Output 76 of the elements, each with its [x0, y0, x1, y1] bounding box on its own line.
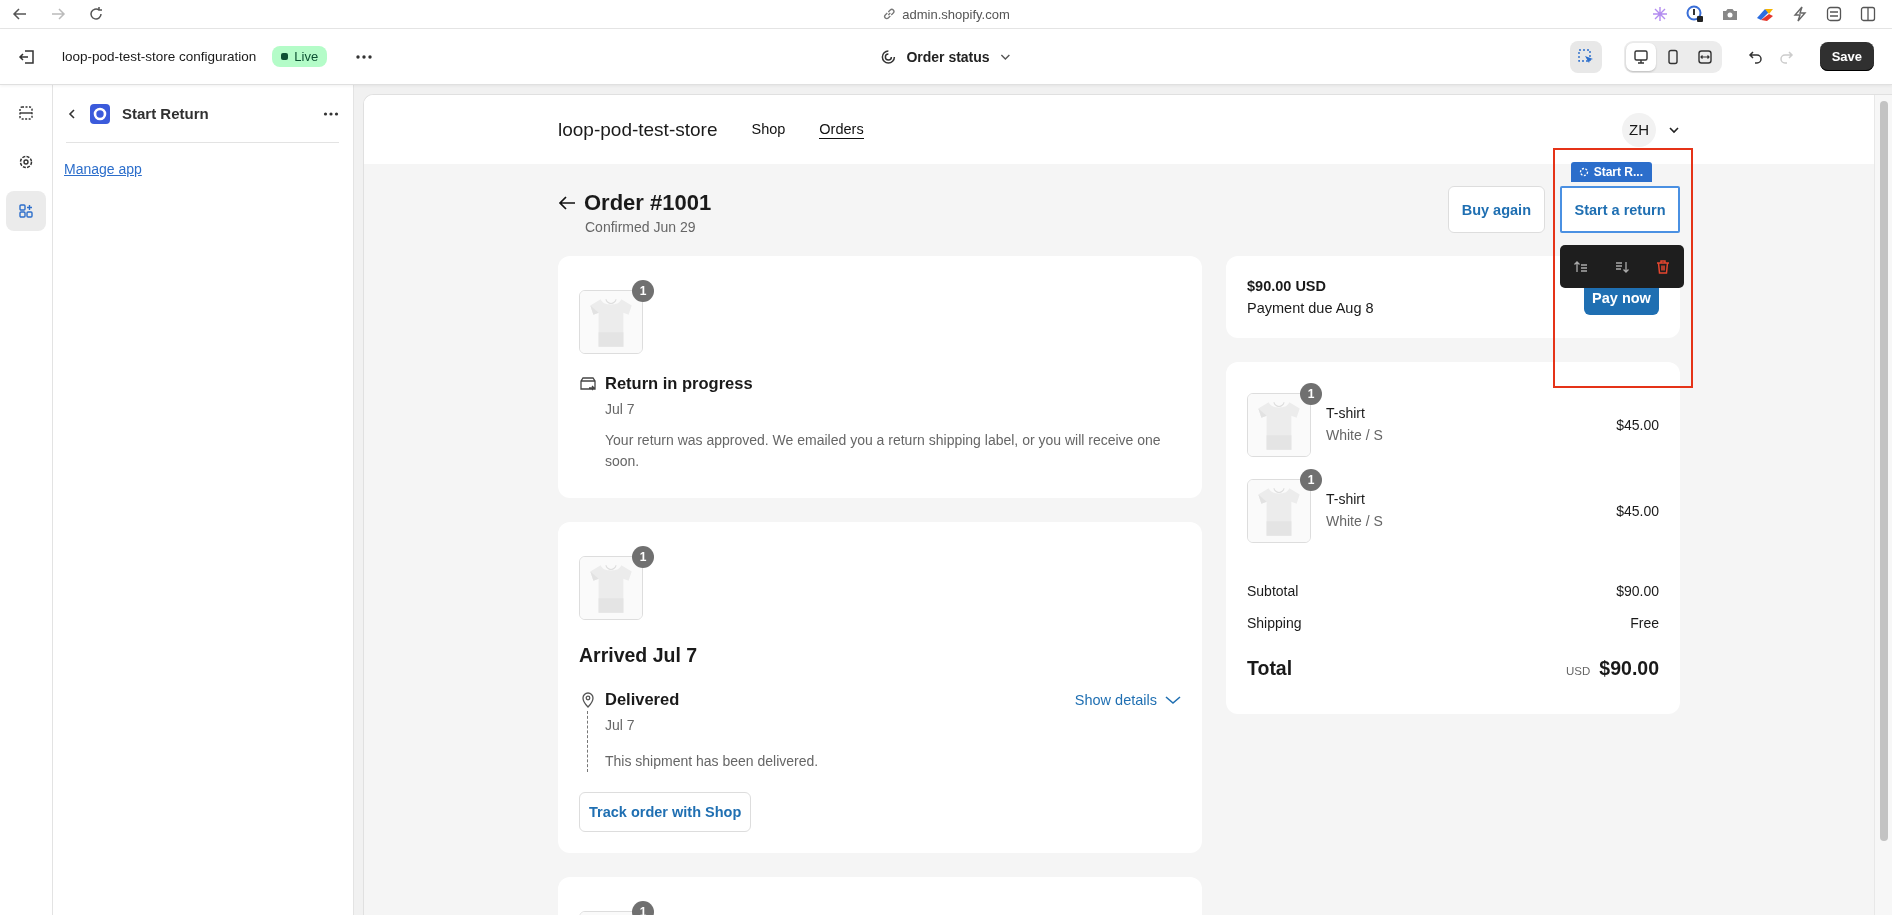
item-price: $45.00 — [1616, 417, 1659, 433]
event-title: Return in progress — [605, 374, 753, 393]
return-box-icon — [579, 374, 597, 393]
desktop-view-button[interactable] — [1625, 42, 1656, 71]
apps-icon — [17, 202, 35, 220]
exit-icon[interactable] — [18, 47, 36, 66]
shipment-title: Arrived Jul 7 — [579, 644, 699, 667]
item-variant: White / S — [1326, 427, 1383, 443]
order-title: Order #1001 — [584, 190, 712, 216]
undo-icon[interactable] — [1747, 48, 1764, 65]
back-arrow-icon[interactable] — [558, 195, 576, 211]
start-return-button[interactable]: Start a return — [1560, 186, 1680, 233]
item-name: T-shirt — [1326, 491, 1366, 507]
scrollbar-thumb[interactable] — [1879, 101, 1888, 841]
quantity-badge: 1 — [632, 280, 654, 302]
nav-link[interactable]: Orders — [819, 120, 864, 139]
account-avatar[interactable]: ZH — [1622, 112, 1656, 147]
delete-icon[interactable] — [1655, 258, 1672, 275]
quantity-badge: 1 — [632, 546, 654, 568]
quantity-badge: 1 — [1300, 469, 1322, 491]
password-icon[interactable] — [1686, 5, 1704, 23]
item-name: T-shirt — [1326, 405, 1366, 421]
buy-again-button[interactable]: Buy again — [1447, 186, 1545, 233]
show-details-link[interactable]: Show details — [1074, 691, 1181, 708]
sliders-icon[interactable] — [1826, 6, 1842, 22]
app-icon — [90, 103, 110, 124]
total-amount: $90.00 — [1599, 657, 1659, 680]
event-message: Your return was approved. We emailed you a return shipping label, or you will receive one soon. — [605, 431, 1162, 471]
item-price: $45.00 — [1616, 503, 1659, 519]
event-date: Jul 7 — [605, 717, 636, 733]
total-label: Total — [1247, 657, 1293, 680]
editor-title: loop-pod-test-store configuration — [62, 49, 257, 64]
desktop-icon — [1632, 48, 1649, 65]
summary-value: $90.00 — [1616, 583, 1659, 599]
summary-label: Shipping — [1247, 615, 1302, 631]
inspector-button[interactable] — [1569, 40, 1602, 73]
track-order-button[interactable]: Track order with Shop — [579, 792, 752, 832]
order-date: Confirmed Jun 29 — [585, 219, 697, 235]
full-width-icon — [1696, 48, 1713, 65]
apps-nav-button[interactable] — [6, 191, 46, 231]
bolt-icon[interactable] — [1792, 6, 1808, 22]
block-tag[interactable]: Start R... — [1570, 162, 1652, 182]
event-message: This shipment has been delivered. — [605, 752, 820, 771]
more-icon[interactable] — [323, 110, 339, 117]
location-pin-icon — [579, 690, 597, 709]
event-date: Jul 7 — [605, 401, 636, 417]
summary-label: Subtotal — [1247, 583, 1299, 599]
payment-amount: $90.00 USD — [1247, 278, 1327, 294]
ribbon-icon[interactable] — [1756, 6, 1774, 22]
nav-link[interactable]: Shop — [751, 120, 786, 139]
payment-due: Payment due Aug 8 — [1247, 300, 1374, 316]
back-icon[interactable] — [66, 107, 78, 120]
settings-icon — [17, 153, 35, 171]
link-icon — [882, 7, 897, 21]
reload-icon[interactable] — [88, 6, 104, 22]
sparkle-icon[interactable] — [1652, 6, 1668, 22]
summary-value: Free — [1630, 615, 1659, 631]
template-icon — [880, 48, 897, 65]
store-name[interactable]: loop-pod-test-store — [558, 118, 718, 141]
save-button[interactable]: Save — [1819, 42, 1874, 71]
manage-app-link[interactable]: Manage app — [64, 161, 142, 177]
item-variant: White / S — [1326, 513, 1383, 529]
camera-icon[interactable] — [1722, 6, 1738, 22]
block-icon — [1578, 167, 1589, 177]
sidebar-icon[interactable] — [1860, 6, 1876, 22]
back-icon[interactable] — [12, 6, 28, 22]
url-text[interactable]: admin.shopify.com — [902, 6, 1010, 22]
more-icon[interactable] — [355, 53, 374, 60]
sections-icon — [17, 104, 35, 122]
status-badge: Live — [272, 46, 328, 67]
event-title: Delivered — [605, 690, 680, 709]
quantity-badge: 1 — [1300, 383, 1322, 405]
template-selector[interactable]: Order status — [874, 47, 1018, 66]
chevron-down-icon — [1165, 694, 1181, 705]
sidebar-title: Start Return — [122, 105, 210, 122]
currency-code: USD — [1566, 665, 1591, 677]
